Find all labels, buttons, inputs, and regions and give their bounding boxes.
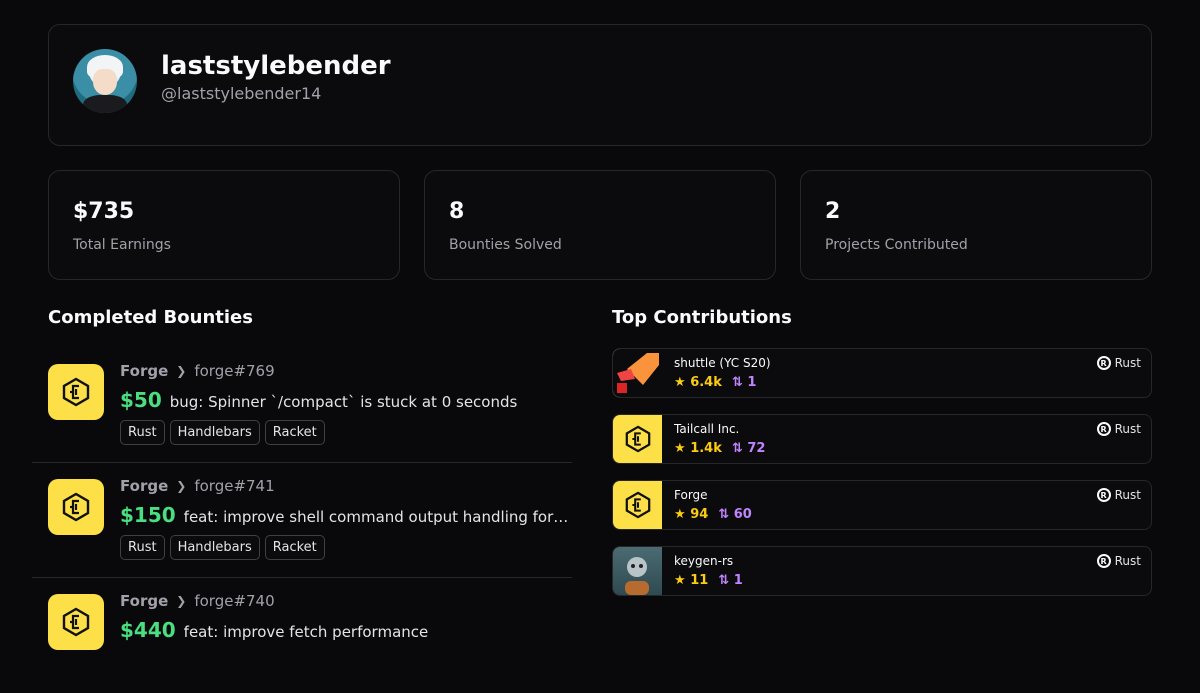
tag-list: Rust Handlebars Racket — [120, 535, 325, 560]
stat-total-earnings: $735 Total Earnings — [48, 170, 400, 280]
language-label: R Rust — [1096, 356, 1141, 370]
stars-count: ★ 11 — [674, 573, 709, 588]
contribution-item[interactable]: Tailcall Inc. ★ 1.4k ⇅ 72 R Rust — [612, 414, 1152, 464]
rust-icon: R — [1096, 488, 1111, 502]
bounty-title[interactable]: feat: improve fetch performance — [184, 623, 429, 641]
language-label: R Rust — [1096, 554, 1141, 568]
forge-logo-icon — [48, 479, 104, 535]
stars-count: ★ 1.4k — [674, 441, 722, 456]
bounty-org[interactable]: Forge — [120, 362, 168, 380]
contribution-name: Tailcall Inc. — [674, 422, 740, 436]
pr-count: ⇅ 1 — [731, 375, 757, 390]
bounty-org[interactable]: Forge — [120, 592, 168, 610]
forge-logo-icon — [48, 364, 104, 420]
bounty-amount: $150 — [120, 503, 176, 527]
profile-card: laststylebender @laststylebender14 — [48, 24, 1152, 146]
bounty-amount: $440 — [120, 618, 176, 642]
chevron-right-icon: ❯ — [176, 364, 187, 378]
keygen-avatar-icon — [613, 547, 662, 595]
stars-count: ★ 6.4k — [674, 375, 722, 390]
stat-label: Total Earnings — [73, 237, 171, 253]
forge-logo-icon — [48, 594, 104, 650]
bounty-item[interactable]: Forge ❯ forge#769 $50 bug: Spinner `/com… — [32, 348, 572, 463]
stat-projects-contributed: 2 Projects Contributed — [800, 170, 1152, 280]
contribution-item[interactable]: Forge ★ 94 ⇅ 60 R Rust — [612, 480, 1152, 530]
completed-bounties-title: Completed Bounties — [48, 307, 253, 328]
language-label: R Rust — [1096, 422, 1141, 436]
language-label: R Rust — [1096, 488, 1141, 502]
breadcrumb: Forge ❯ forge#740 — [120, 592, 275, 610]
tag: Rust — [120, 535, 165, 560]
avatar[interactable] — [73, 49, 137, 113]
bounty-item[interactable]: Forge ❯ forge#740 $440 feat: improve fet… — [32, 578, 572, 693]
pr-count: ⇅ 1 — [718, 573, 743, 588]
tag: Racket — [264, 420, 325, 445]
tag: Handlebars — [169, 420, 260, 445]
contribution-name: keygen-rs — [674, 554, 734, 568]
rust-icon: R — [1096, 554, 1111, 568]
tag: Rust — [120, 420, 165, 445]
contribution-name: Forge — [674, 488, 708, 502]
rust-icon: R — [1096, 422, 1111, 436]
stat-bounties-solved: 8 Bounties Solved — [424, 170, 776, 280]
stars-count: ★ 94 — [674, 507, 709, 522]
bounty-issue[interactable]: forge#741 — [194, 477, 274, 495]
stat-label: Projects Contributed — [825, 237, 968, 253]
contribution-name: shuttle (YC S20) — [674, 356, 771, 370]
tag: Handlebars — [169, 535, 260, 560]
tag-list: Rust Handlebars Racket — [120, 420, 325, 445]
pull-request-icon: ⇅ — [718, 573, 730, 588]
bounty-item[interactable]: Forge ❯ forge#741 $150 feat: improve she… — [32, 463, 572, 578]
tag: Racket — [264, 535, 325, 560]
breadcrumb: Forge ❯ forge#769 — [120, 362, 275, 380]
breadcrumb: Forge ❯ forge#741 — [120, 477, 275, 495]
shuttle-logo-icon — [613, 349, 662, 397]
profile-handle[interactable]: @laststylebender14 — [161, 84, 321, 103]
forge-logo-icon — [613, 481, 662, 529]
bounty-issue[interactable]: forge#769 — [194, 362, 274, 380]
pull-request-icon: ⇅ — [731, 441, 743, 456]
contribution-item[interactable]: shuttle (YC S20) ★ 6.4k ⇅ 1 R Rust — [612, 348, 1152, 398]
chevron-right-icon: ❯ — [176, 479, 187, 493]
forge-logo-icon — [613, 415, 662, 463]
stat-value: $735 — [73, 199, 135, 224]
contribution-item[interactable]: keygen-rs ★ 11 ⇅ 1 R Rust — [612, 546, 1152, 596]
chevron-right-icon: ❯ — [176, 594, 187, 608]
pr-count: ⇅ 72 — [731, 441, 766, 456]
stat-value: 2 — [825, 199, 841, 224]
pr-count: ⇅ 60 — [718, 507, 752, 522]
pull-request-icon: ⇅ — [731, 375, 743, 390]
rust-icon: R — [1096, 356, 1111, 370]
top-contributions-title: Top Contributions — [612, 307, 792, 328]
bounty-issue[interactable]: forge#740 — [194, 592, 274, 610]
stat-value: 8 — [449, 199, 465, 224]
stat-label: Bounties Solved — [449, 237, 562, 253]
bounty-title[interactable]: feat: improve shell command output handl… — [184, 508, 569, 526]
bounty-amount: $50 — [120, 388, 162, 412]
bounty-title[interactable]: bug: Spinner `/compact` is stuck at 0 se… — [170, 393, 518, 411]
pull-request-icon: ⇅ — [718, 507, 730, 522]
bounty-org[interactable]: Forge — [120, 477, 168, 495]
profile-name: laststylebender — [161, 51, 391, 81]
